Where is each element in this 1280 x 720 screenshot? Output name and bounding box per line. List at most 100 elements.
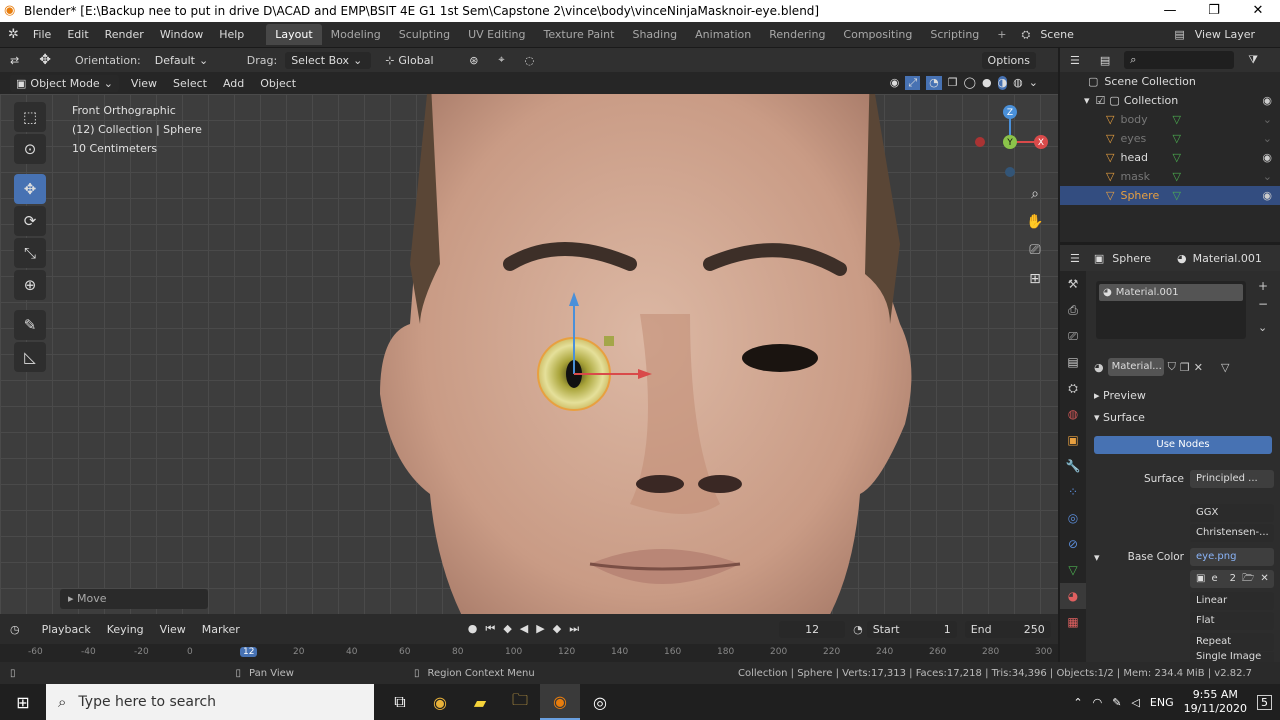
duplicate-icon[interactable]: ❐ — [1180, 361, 1190, 374]
stopwatch-icon[interactable]: ◔ — [853, 623, 863, 636]
timeline-marker[interactable]: Marker — [194, 623, 248, 636]
modifier-tab-icon[interactable]: 🔧 — [1060, 453, 1086, 479]
jump-start-icon[interactable]: ⏮ — [485, 622, 495, 636]
clock-icon[interactable]: ◷ — [10, 623, 20, 636]
taskbar-clock[interactable]: 9:55 AM 19/11/2020 — [1184, 688, 1247, 716]
tool-tab-icon[interactable]: ⚒ — [1060, 271, 1086, 297]
tab-layout[interactable]: Layout — [266, 24, 322, 45]
obs-icon[interactable]: ◎ — [580, 684, 620, 720]
snap-icon[interactable]: ⌖ — [492, 51, 510, 69]
sticky-notes-icon[interactable]: ▰ — [460, 684, 500, 720]
physics-tab-icon[interactable]: ◎ — [1060, 505, 1086, 531]
last-operator-panel[interactable]: ▸ Move — [60, 589, 208, 609]
prev-key-icon[interactable]: ◆ — [503, 622, 511, 636]
unlink-icon[interactable]: ✕ — [1194, 361, 1203, 374]
data-tab-icon[interactable]: ▽ — [1060, 557, 1086, 583]
camera-icon[interactable]: ⎚ — [1022, 237, 1048, 263]
transform-icon[interactable]: ⊕ — [14, 270, 46, 300]
tab-rendering[interactable]: Rendering — [760, 24, 834, 45]
add-workspace-icon[interactable]: + — [988, 24, 1015, 45]
drag-dropdown[interactable]: Select Box ⌄ — [285, 51, 372, 69]
remove-slot-icon[interactable]: − — [1258, 297, 1268, 311]
end-frame-field[interactable]: End 250 — [964, 620, 1051, 638]
scene-tab-icon[interactable]: ⛭ — [1060, 375, 1086, 401]
chrome-icon[interactable]: ◉ — [420, 684, 460, 720]
file-explorer-icon[interactable]: 🗀 — [500, 684, 540, 720]
tab-scripting[interactable]: Scripting — [921, 24, 988, 45]
eye-icon[interactable]: ⌄ — [1263, 113, 1272, 126]
properties-editor-icon[interactable]: ☰ — [1064, 250, 1086, 267]
navigation-gizmo[interactable]: Z Y X — [970, 100, 1054, 184]
zoom-icon[interactable]: ⌕ — [1022, 181, 1048, 207]
material-slot-list[interactable]: ◕ Material.001 — [1096, 281, 1246, 339]
timeline-view[interactable]: View — [152, 623, 194, 636]
timeline-ruler[interactable]: -60 -40 -20 0 12 20 40 60 80 100 120 140 160 180 200 22… — [0, 644, 1105, 662]
world-tab-icon[interactable]: ◍ — [1060, 401, 1086, 427]
menu-help[interactable]: Help — [211, 28, 252, 41]
fake-user-icon[interactable]: ⛉ — [1168, 360, 1176, 374]
tab-animation[interactable]: Animation — [686, 24, 760, 45]
surface-panel-header[interactable]: ▾ Surface — [1086, 407, 1280, 427]
texture-tab-icon[interactable]: ▦ — [1060, 609, 1086, 635]
wireframe-shading-icon[interactable]: ◯ — [964, 76, 976, 90]
blender-taskbar-icon[interactable]: ◉ — [540, 684, 580, 720]
base-color-texture-field[interactable]: eye.png — [1190, 548, 1274, 566]
outliner-item-head[interactable]: ▽ head ▽ ◉ — [1060, 148, 1280, 167]
notification-badge[interactable]: 5 — [1257, 694, 1272, 710]
menu-edit[interactable]: Edit — [59, 28, 96, 41]
viewport-menu-object[interactable]: Object — [252, 77, 304, 90]
language-indicator[interactable]: ENG — [1150, 696, 1174, 709]
add-slot-icon[interactable]: + — [1258, 279, 1268, 293]
outliner-collection[interactable]: ▾ ☑ ▢ Collection ◉ — [1060, 91, 1280, 110]
next-key-icon[interactable]: ◆ — [553, 622, 561, 636]
windows-start-icon[interactable]: ⊞ — [0, 684, 46, 720]
visibility-icon[interactable]: ◉ — [890, 76, 900, 90]
tab-texture-paint[interactable]: Texture Paint — [534, 24, 623, 45]
checkbox-icon[interactable]: ☑ — [1096, 94, 1106, 107]
extension-dropdown[interactable]: Repeat — [1190, 633, 1274, 651]
cursor-icon[interactable]: ⊙ — [14, 134, 46, 164]
surface-shader-field[interactable]: Principled ... — [1190, 470, 1274, 488]
funnel-icon[interactable]: ⧩ — [1242, 51, 1264, 69]
jump-end-icon[interactable]: ⏭ — [569, 622, 579, 636]
image-datablock-field[interactable]: ▣ e 2 🗁 ✕ — [1190, 570, 1274, 588]
eye-icon[interactable]: ◉ — [1262, 189, 1272, 202]
material-tab-icon[interactable]: ◕ — [1060, 583, 1086, 609]
source-dropdown[interactable]: Single Image — [1190, 652, 1274, 662]
sphere-object[interactable] — [520, 274, 690, 424]
pen-icon[interactable]: ✎ — [1112, 696, 1121, 709]
outliner-item-sphere[interactable]: ▽ Sphere ▽ ◉ — [1060, 186, 1280, 205]
minimize-icon[interactable]: — — [1150, 0, 1190, 22]
play-icon[interactable]: ▶ — [536, 622, 544, 636]
particles-tab-icon[interactable]: ⁘ — [1060, 479, 1086, 505]
pan-hand-icon[interactable]: ✋ — [1022, 209, 1048, 235]
view-layer-tab-icon[interactable]: ▤ — [1060, 349, 1086, 375]
constraints-tab-icon[interactable]: ⊘ — [1060, 531, 1086, 557]
chevron-up-icon[interactable]: ⌃ — [1073, 696, 1082, 709]
tab-uv-editing[interactable]: UV Editing — [459, 24, 534, 45]
slot-menu-icon[interactable]: ⌄ — [1258, 321, 1267, 334]
scene-name[interactable]: Scene — [1040, 28, 1160, 41]
eye-icon[interactable]: ◉ — [1262, 94, 1272, 107]
move-tool-icon[interactable]: ✥ — [33, 50, 57, 70]
outliner-search-input[interactable]: ⌕ — [1124, 51, 1235, 69]
close-icon[interactable]: ✕ — [1238, 0, 1278, 22]
move-icon[interactable]: ✥ — [14, 174, 46, 204]
menu-file[interactable]: File — [25, 28, 59, 41]
object-mode-dropdown[interactable]: ▣ Object Mode ⌄ — [10, 74, 119, 92]
outliner-scene-collection[interactable]: ▢ Scene Collection — [1060, 72, 1280, 91]
restore-icon[interactable]: ❐ — [1194, 0, 1234, 22]
options-dropdown[interactable]: Options — [981, 51, 1036, 69]
xray-icon[interactable]: ❐ — [948, 76, 958, 90]
scale-icon[interactable]: ⤡ — [14, 238, 46, 268]
interpolation-dropdown[interactable]: Linear — [1190, 592, 1274, 610]
timeline-playback[interactable]: Playback — [34, 623, 99, 636]
annotate-icon[interactable]: ✎ — [14, 310, 46, 340]
material-name-field[interactable]: Material... — [1107, 358, 1164, 376]
taskbar-search-box[interactable]: ⌕ Type here to search — [46, 684, 374, 720]
editor-type-icon[interactable]: ☰ — [1064, 52, 1086, 69]
material-shading-icon[interactable]: ◑ — [997, 76, 1008, 90]
view-layer-icon[interactable]: ▤ — [1174, 28, 1184, 41]
wifi-icon[interactable]: ◠ — [1093, 696, 1103, 709]
tab-modeling[interactable]: Modeling — [322, 24, 390, 45]
